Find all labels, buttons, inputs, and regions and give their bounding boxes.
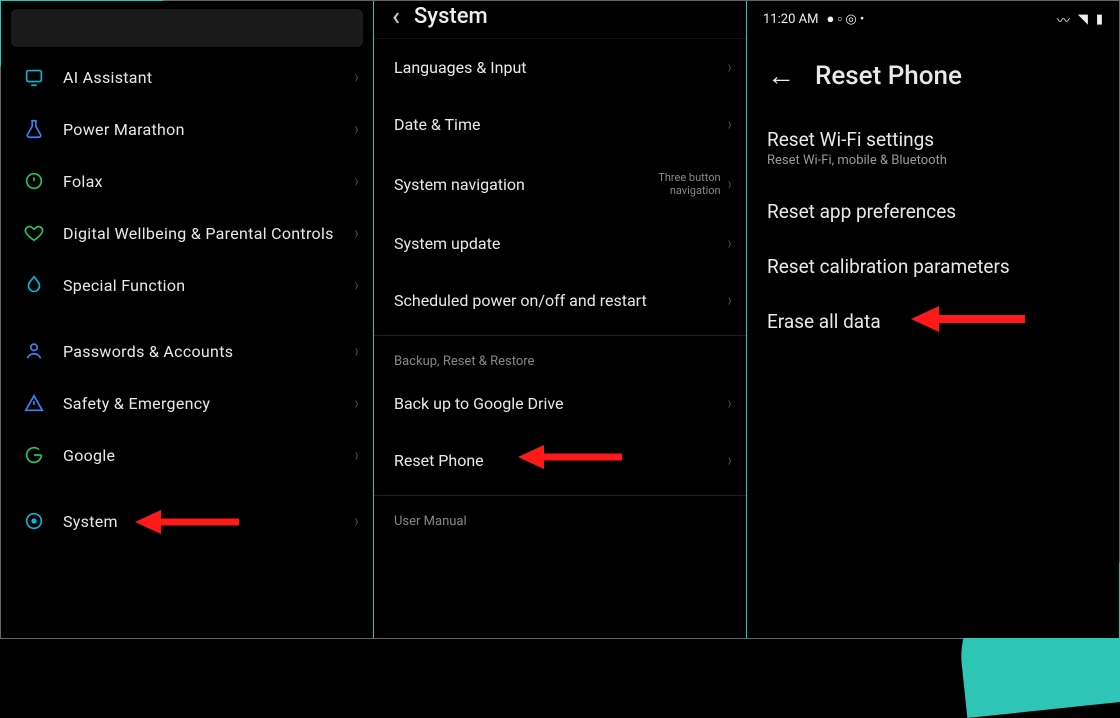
reset-phone-panel: 11:20 AM ● ▫ ◎ • 〰 ◥ ▮ ← Reset Phone Res… (747, 1, 1119, 638)
settings-item-special-function[interactable]: Special Function › (1, 259, 367, 311)
settings-item-label: Digital Wellbeing & Parental Controls (63, 224, 354, 243)
chevron-right-icon: › (354, 67, 358, 88)
reset-item-wifi[interactable]: Reset Wi-Fi settings Reset Wi-Fi, mobile… (747, 112, 1119, 184)
flask-icon (19, 117, 49, 141)
status-time: 11:20 AM (763, 12, 818, 27)
chevron-right-icon: › (354, 393, 358, 414)
settings-item-label: AI Assistant (63, 68, 354, 87)
chevron-right-icon: › (727, 57, 731, 78)
chevron-right-icon: › (727, 290, 731, 311)
chevron-right-icon: › (354, 511, 358, 532)
system-item-date-time[interactable]: Date & Time › (374, 96, 746, 153)
system-item-label: Languages & Input (394, 58, 727, 77)
chevron-right-icon: › (354, 223, 358, 244)
panel-header: ‹ System (374, 1, 746, 39)
system-settings-panel: ‹ System Languages & Input › Date & Time… (374, 1, 747, 638)
system-item-label: System navigation (394, 175, 611, 194)
settings-item-system[interactable]: System › (1, 495, 367, 547)
system-item-scheduled-power[interactable]: Scheduled power on/off and restart › (374, 272, 746, 329)
system-item-label: System update (394, 234, 727, 253)
reset-item-erase-all[interactable]: Erase all data (747, 294, 1119, 349)
settings-item-label: Special Function (63, 276, 354, 295)
signal-icon: ▮ (1096, 12, 1103, 27)
special-icon (19, 273, 49, 297)
settings-item-google[interactable]: Google › (1, 429, 367, 481)
heart-icon (19, 221, 49, 245)
settings-item-passwords-accounts[interactable]: Passwords & Accounts › (1, 325, 367, 377)
chevron-right-icon: › (727, 393, 731, 414)
chevron-right-icon: › (354, 171, 358, 192)
settings-item-label: Passwords & Accounts (63, 342, 354, 361)
system-item-navigation[interactable]: System navigation Three button navigatio… (374, 153, 746, 215)
chevron-right-icon: › (727, 233, 731, 254)
reset-item-calibration[interactable]: Reset calibration parameters (747, 239, 1119, 294)
section-header-backup: Backup, Reset & Restore (374, 335, 746, 375)
warning-icon (19, 391, 49, 415)
vibrate-icon: 〰 (1057, 10, 1070, 29)
settings-item-folax[interactable]: Folax › (1, 155, 367, 207)
section-header-manual: User Manual (374, 495, 746, 535)
panel-title: Reset Phone (815, 61, 962, 91)
chevron-right-icon: › (354, 341, 358, 362)
settings-item-label: Safety & Emergency (63, 394, 354, 413)
settings-item-ai-assistant[interactable]: AI Assistant › (1, 51, 367, 103)
chevron-right-icon: › (354, 275, 358, 296)
panel-header: ← Reset Phone (747, 31, 1119, 112)
system-item-languages[interactable]: Languages & Input › (374, 39, 746, 96)
system-item-sublabel: Three button navigation (611, 171, 721, 197)
system-item-label: Scheduled power on/off and restart (394, 291, 727, 310)
system-item-update[interactable]: System update › (374, 215, 746, 272)
reset-item-sublabel: Reset Wi-Fi, mobile & Bluetooth (767, 153, 1099, 168)
system-icon (19, 509, 49, 533)
settings-item-safety-emergency[interactable]: Safety & Emergency › (1, 377, 367, 429)
system-item-backup-google[interactable]: Back up to Google Drive › (374, 375, 746, 432)
system-item-label: Back up to Google Drive (394, 394, 727, 413)
status-right-icons: 〰 ◥ ▮ (1057, 10, 1103, 29)
system-item-label: Date & Time (394, 115, 727, 134)
reset-item-label: Erase all data (767, 310, 1099, 333)
settings-item-label: Google (63, 446, 354, 465)
status-bar: 11:20 AM ● ▫ ◎ • 〰 ◥ ▮ (747, 1, 1119, 31)
reset-item-label: Reset app preferences (767, 200, 1099, 223)
panel-title: System (414, 4, 488, 29)
settings-item-label: System (63, 512, 354, 531)
search-input[interactable] (11, 9, 363, 47)
settings-item-power-marathon[interactable]: Power Marathon › (1, 103, 367, 155)
system-item-label: Reset Phone (394, 451, 727, 470)
settings-list-panel: AI Assistant › Power Marathon › Folax › (1, 1, 374, 638)
reset-item-label: Reset calibration parameters (767, 255, 1099, 278)
chevron-right-icon: › (727, 174, 731, 195)
settings-item-label: Folax (63, 172, 354, 191)
settings-item-label: Power Marathon (63, 120, 354, 139)
wifi-icon: ◥ (1078, 12, 1088, 27)
person-icon (19, 339, 49, 363)
power-icon (19, 169, 49, 193)
back-icon[interactable]: ‹ (392, 2, 400, 32)
chevron-right-icon: › (727, 114, 731, 135)
reset-item-label: Reset Wi-Fi settings (767, 128, 1099, 151)
settings-item-digital-wellbeing[interactable]: Digital Wellbeing & Parental Controls › (1, 207, 367, 259)
system-item-reset-phone[interactable]: Reset Phone › (374, 432, 746, 489)
ai-assistant-icon (19, 65, 49, 89)
chevron-right-icon: › (727, 450, 731, 471)
back-icon[interactable]: ← (767, 59, 795, 92)
status-notification-icons: ● ▫ ◎ • (826, 11, 864, 27)
reset-item-app-prefs[interactable]: Reset app preferences (747, 184, 1119, 239)
chevron-right-icon: › (354, 445, 358, 466)
chevron-right-icon: › (354, 119, 358, 140)
google-icon (19, 443, 49, 467)
